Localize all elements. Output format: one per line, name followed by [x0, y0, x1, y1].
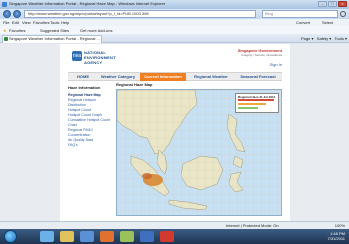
legend-swatch-moderate [238, 103, 266, 105]
sidebar-title: Haze Information [68, 85, 101, 90]
menu-edit[interactable]: Edit [12, 20, 19, 25]
favorites-button[interactable]: Favorites [9, 28, 25, 33]
close-button[interactable]: × [338, 1, 347, 7]
safety-menu[interactable]: Safety [317, 36, 328, 41]
get-more-addons-link[interactable]: Get more Add-ons [80, 28, 112, 33]
nav-tab-current-information[interactable]: Current Information [140, 73, 186, 81]
sign-in-link[interactable]: Sign In [270, 62, 282, 67]
search-input[interactable]: Bing [262, 10, 338, 18]
gov-tagline: Integrity • Service • Excellence [241, 53, 282, 57]
maximize-button[interactable]: □ [328, 1, 337, 7]
browser-status-bar: Internet | Protected Mode: On 100% [0, 221, 349, 229]
sidebar-item-hotspot-distribution[interactable]: Regional Hotspot Distribution [68, 98, 110, 108]
word-taskbar-icon[interactable] [140, 231, 154, 242]
haze-map-panel: Regional Haze Map Regional Haze 31 Jul 2… [116, 82, 282, 216]
map-title: Regional Haze Map [116, 82, 153, 87]
address-row: ‹ › http://www.weather.gov.sg/wip/c/port… [0, 9, 349, 19]
nav-tab-weather-category[interactable]: Weather Category [98, 73, 138, 81]
tray-date: 7/31/2011 [327, 236, 346, 241]
menu-help[interactable]: Help [61, 20, 69, 25]
system-tray-clock[interactable]: 1:48 PM 7/31/2011 [328, 231, 346, 241]
haze-sidebar: Haze Information Regional Haze Map Regio… [68, 85, 110, 217]
menu-favorites[interactable]: Favorites [33, 20, 49, 25]
acrobat-taskbar-icon[interactable] [160, 231, 174, 242]
favorites-bar: ★ Favorites Suggested Sites Get more Add… [0, 26, 349, 34]
menu-file[interactable]: File [3, 20, 9, 25]
ie-icon [2, 2, 7, 7]
firefox-taskbar-icon[interactable] [100, 231, 114, 242]
menu-bar: File Edit View Favorites Tools Help Conv… [0, 19, 349, 26]
favorites-star-icon[interactable]: ★ [3, 28, 7, 33]
main-navigation: HOME Weather Category Current Informatio… [68, 72, 282, 81]
regional-haze-map[interactable]: Regional Haze 31 Jul 2011 [116, 89, 282, 216]
command-bar: Page ▾ Safety ▾ Tools ▾ [301, 36, 347, 41]
tools-menu[interactable]: Tools [335, 36, 344, 41]
tab-title: Singapore Weather Information Portal - R… [9, 36, 100, 41]
window-title: Singapore Weather Information Portal - R… [9, 1, 166, 6]
sidebar-item-faqs[interactable]: FAQ's [68, 143, 110, 148]
address-bar[interactable]: http://www.weather.gov.sg/wip/c/portal/l… [24, 10, 256, 18]
desktop-screen: Singapore Weather Information Portal - R… [0, 0, 349, 244]
menu-tools[interactable]: Tools [50, 20, 59, 25]
convert-button[interactable]: Convert [296, 20, 310, 25]
singapore-government-banner[interactable]: Singapore Government Integrity • Service… [238, 48, 282, 57]
media-taskbar-icon[interactable] [80, 231, 94, 242]
menu-view[interactable]: View [22, 20, 31, 25]
zoom-level[interactable]: 100% [335, 223, 345, 228]
web-page: nea NATIONAL ENVIRONMENT AGENCY Singapor… [60, 44, 290, 221]
back-button[interactable]: ‹ [3, 10, 11, 18]
browser-viewport: nea NATIONAL ENVIRONMENT AGENCY Singapor… [0, 44, 349, 221]
page-menu[interactable]: Page [301, 36, 310, 41]
logo-line-3: AGENCY [84, 60, 103, 65]
explorer-taskbar-icon[interactable] [60, 231, 74, 242]
browser-tab[interactable]: Singapore Weather Information Portal - R… [2, 35, 102, 43]
suggested-sites-link[interactable]: Suggested Sites [40, 28, 69, 33]
ie-taskbar-icon[interactable] [40, 231, 54, 242]
sidebar-item-cumulative-hotspot-chart[interactable]: Cumulative Hotspot Count Chart [68, 118, 110, 128]
security-zone[interactable]: Internet | Protected Mode: On [226, 223, 279, 228]
search-icon[interactable] [340, 11, 346, 17]
window-controls: – □ × [318, 1, 347, 7]
nav-tab-seasonal-forecast[interactable]: Seasonal Forecast [236, 73, 280, 81]
legend-swatch-dense [238, 99, 274, 101]
browser-title-bar: Singapore Weather Information Portal - R… [0, 0, 349, 9]
nea-logo-icon: nea [72, 51, 82, 61]
minimize-button[interactable]: – [318, 1, 327, 7]
tab-row: Singapore Weather Information Portal - R… [0, 34, 349, 43]
legend-swatch-slight [238, 107, 258, 109]
nav-tab-regional-weather[interactable]: Regional Weather [188, 73, 234, 81]
select-button[interactable]: Select [322, 20, 333, 25]
start-button[interactable] [4, 230, 17, 243]
windows-taskbar: 1:48 PM 7/31/2011 [0, 229, 349, 244]
map-legend: Regional Haze 31 Jul 2011 [235, 93, 279, 113]
nav-tab-home[interactable]: HOME [70, 73, 96, 81]
forward-button[interactable]: › [13, 10, 21, 18]
chrome-taskbar-icon[interactable] [120, 231, 134, 242]
favicon-icon [4, 37, 8, 41]
sidebar-item-pm10-concentration[interactable]: Regional PM10 Concentration [68, 128, 110, 138]
